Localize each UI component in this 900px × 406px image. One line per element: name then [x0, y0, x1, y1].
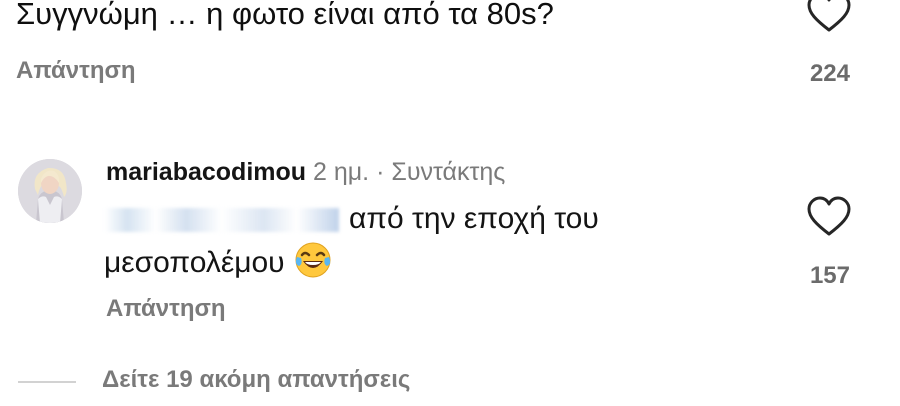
- like-heart-icon[interactable]: [806, 0, 852, 34]
- comments-thread: Συγγνώμη … η φωτο είναι από τα 80s? Απάν…: [0, 0, 900, 406]
- view-more-replies-button[interactable]: Δείτε 19 ακόμη απαντήσεις: [102, 366, 410, 394]
- divider-line: [18, 381, 76, 383]
- reply-button[interactable]: Απάντηση: [106, 295, 226, 323]
- reply-text: από την εποχή του μεσοπολέμου: [104, 198, 744, 284]
- redacted-mention: [104, 208, 339, 233]
- reply-text-line2: μεσοπολέμου: [104, 246, 285, 279]
- avatar[interactable]: [18, 159, 82, 223]
- separator-dot: ·: [376, 158, 385, 186]
- reply-header: mariabacodimou 2 ημ. · Συντάκτης: [106, 158, 505, 187]
- laughing-tears-emoji-icon: [295, 242, 331, 278]
- reply-text-line1: από την εποχή του: [349, 202, 599, 235]
- author-role: Συντάκτης: [391, 158, 506, 186]
- reply-button[interactable]: Απάντηση: [16, 57, 136, 85]
- username[interactable]: mariabacodimou: [106, 158, 306, 186]
- avatar-image: [18, 159, 82, 223]
- like-heart-icon[interactable]: [806, 196, 852, 238]
- like-count: 157: [809, 262, 850, 289]
- timestamp: 2 ημ.: [313, 158, 370, 186]
- like-count: 224: [809, 60, 850, 87]
- comment-text: Συγγνώμη … η φωτο είναι από τα 80s?: [16, 0, 554, 31]
